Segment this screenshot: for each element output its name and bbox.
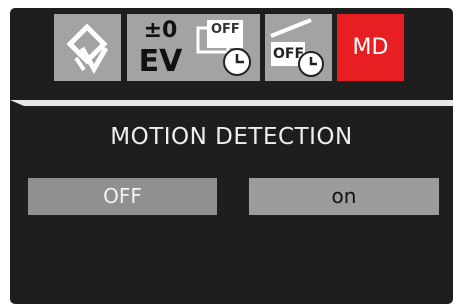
option-off-label: OFF — [103, 184, 142, 208]
exposure-ev-text: EV — [138, 44, 183, 79]
exposure-value-text: ±0 — [143, 18, 178, 43]
option-off-button[interactable]: OFF — [28, 178, 217, 215]
camera-settings-screen: ±0 EV OFF OFF MD MOTION DETECTION OFF on — [10, 8, 453, 304]
image-rotation-icon — [66, 23, 109, 75]
screen-off-timer-tab[interactable]: OFF — [193, 14, 260, 81]
image-rotation-tab[interactable] — [54, 14, 121, 81]
auto-power-off-tab[interactable]: OFF — [265, 14, 332, 81]
page-title: MOTION DETECTION — [110, 124, 353, 150]
screen-off-icon-text: OFF — [211, 22, 240, 37]
menu-divider — [10, 100, 453, 106]
motion-detection-tab-label: MD — [352, 35, 389, 60]
option-on-button[interactable]: on — [249, 178, 439, 215]
exposure-tab[interactable]: ±0 EV — [127, 14, 194, 81]
power-off-icon-text: OFF — [273, 46, 305, 62]
option-on-label: on — [331, 184, 357, 208]
motion-detection-tab[interactable]: MD — [337, 14, 404, 81]
